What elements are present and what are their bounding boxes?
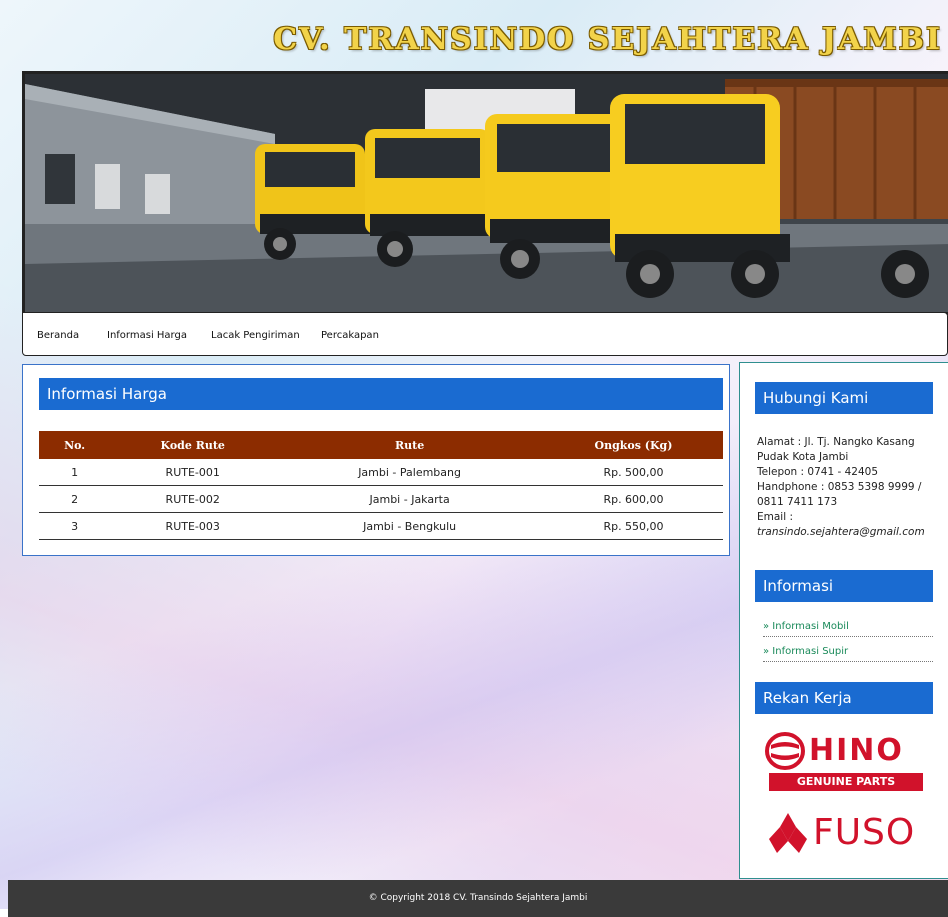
site-title: CV. TRANSINDO SEJAHTERA JAMBI [273, 22, 942, 57]
nav-item-percakapan[interactable]: Percakapan [321, 330, 379, 341]
link-informasi-mobil[interactable]: » Informasi Mobil [763, 621, 933, 637]
col-header-rute: Rute [275, 431, 544, 459]
cell-rute: Jambi - Jakarta [275, 485, 544, 513]
contact-email-label: Email : [757, 511, 794, 523]
footer: © Copyright 2018 CV. Transindo Sejahtera… [8, 880, 948, 917]
mitsubishi-diamond-icon [769, 813, 807, 853]
hino-genuine-parts-text: GENUINE PARTS [769, 773, 923, 791]
fuso-logo: FUSO [769, 811, 929, 861]
contact-address-line1: Alamat : Jl. Tj. Nangko Kasang [757, 436, 915, 448]
contact-heading: Hubungi Kami [755, 382, 933, 414]
col-header-no: No. [39, 431, 111, 459]
price-info-heading: Informasi Harga [39, 378, 723, 410]
partners-heading: Rekan Kerja [755, 682, 933, 714]
cell-kode-rute: RUTE-003 [110, 512, 276, 540]
contact-handphone-line1: Handphone : 0853 5398 9999 / [757, 481, 922, 493]
contact-info: Alamat : Jl. Tj. Nangko Kasang Pudak Kot… [757, 435, 947, 540]
cell-no: 2 [39, 485, 111, 513]
contact-address-line2: Pudak Kota Jambi [757, 451, 849, 463]
page-frame: CV. TRANSINDO SEJAHTERA JAMBI Beranda In… [8, 8, 948, 917]
contact-handphone-line2: 0811 7411 173 [757, 496, 838, 508]
nav-item-informasi-harga[interactable]: Informasi Harga [107, 330, 187, 341]
col-header-kode-rute: Kode Rute [110, 431, 276, 459]
contact-phone: Telepon : 0741 - 42405 [757, 466, 879, 478]
cell-ongkos: Rp. 550,00 [544, 512, 723, 540]
cell-no: 3 [39, 512, 111, 540]
hero-banner-image [22, 71, 948, 315]
nav-item-lacak-pengiriman[interactable]: Lacak Pengiriman [211, 330, 300, 341]
table-row: 3 RUTE-003 Jambi - Bengkulu Rp. 550,00 [39, 512, 723, 540]
nav-item-beranda[interactable]: Beranda [37, 330, 79, 341]
link-informasi-supir[interactable]: » Informasi Supir [763, 646, 933, 662]
footer-copyright: © Copyright 2018 CV. Transindo Sejahtera… [368, 893, 588, 903]
main-navigation: Beranda Informasi Harga Lacak Pengiriman… [22, 312, 948, 356]
col-header-ongkos: Ongkos (Kg) [544, 431, 723, 459]
cell-ongkos: Rp. 600,00 [544, 485, 723, 513]
hino-logo-text: HINO [809, 733, 904, 768]
cell-kode-rute: RUTE-001 [110, 459, 276, 486]
price-info-panel: Informasi Harga No. Kode Rute Rute Ongko… [22, 364, 730, 556]
cell-rute: Jambi - Palembang [275, 459, 544, 486]
price-table-header-row: No. Kode Rute Rute Ongkos (Kg) [39, 431, 723, 459]
info-heading: Informasi [755, 570, 933, 602]
cell-no: 1 [39, 459, 111, 486]
fuso-logo-text: FUSO [813, 812, 916, 853]
table-row: 2 RUTE-002 Jambi - Jakarta Rp. 600,00 [39, 485, 723, 513]
cell-kode-rute: RUTE-002 [110, 485, 276, 513]
cell-ongkos: Rp. 500,00 [544, 459, 723, 486]
table-row: 1 RUTE-001 Jambi - Palembang Rp. 500,00 [39, 459, 723, 486]
hino-logo: HINO GENUINE PARTS [765, 731, 925, 793]
contact-email-value: transindo.sejahtera@gmail.com [757, 526, 925, 538]
price-table: No. Kode Rute Rute Ongkos (Kg) 1 RUTE-00… [39, 431, 723, 540]
sidebar: Hubungi Kami Alamat : Jl. Tj. Nangko Kas… [739, 362, 948, 879]
cell-rute: Jambi - Bengkulu [275, 512, 544, 540]
